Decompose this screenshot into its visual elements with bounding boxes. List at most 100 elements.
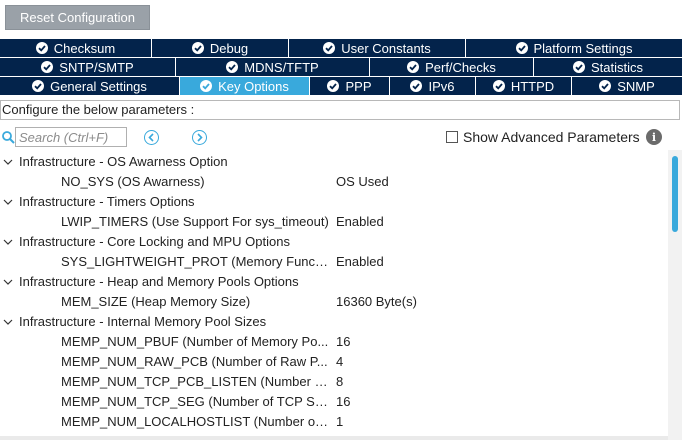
param-value[interactable]: 4: [336, 352, 343, 372]
check-circle-icon: [200, 80, 213, 92]
tree-group-label: Infrastructure - OS Awarness Option: [19, 154, 228, 169]
check-circle-icon: [407, 61, 420, 73]
tab-key-options[interactable]: Key Options: [180, 77, 310, 95]
param-value[interactable]: Enabled: [336, 252, 384, 272]
tab-general-settings[interactable]: General Settings: [0, 77, 180, 95]
reset-configuration-button[interactable]: Reset Configuration: [5, 5, 150, 30]
tab-checksum[interactable]: Checksum: [0, 39, 152, 57]
configure-parameters-label: Configure the below parameters :: [0, 100, 680, 120]
tab-ipv6[interactable]: IPv6: [390, 77, 476, 95]
param-name: LWIP_TIMERS (Use Support For sys_timeout…: [61, 214, 329, 229]
tab-label: User Constants: [341, 40, 431, 56]
tree-group-label: Infrastructure - Heap and Memory Pools O…: [19, 274, 299, 289]
check-circle-icon: [32, 80, 45, 92]
chevron-right-icon: [197, 133, 203, 142]
param-name: MEMP_NUM_TCP_SEG (Number of TCP Se...: [61, 394, 331, 409]
tree-param-row[interactable]: MEMP_NUM_RAW_PCB (Number of Raw P... 4: [0, 352, 668, 372]
param-value[interactable]: 8: [336, 372, 343, 392]
chevron-down-icon[interactable]: [3, 238, 13, 246]
tab-ppp[interactable]: PPP: [310, 77, 390, 95]
chevron-down-icon[interactable]: [3, 318, 13, 326]
tree-param-row[interactable]: MEM_SIZE (Heap Memory Size) 16360 Byte(s): [0, 292, 668, 312]
tab-row-3: General Settings Key Options PPP IPv6 HT…: [0, 77, 682, 95]
tab-label: Debug: [209, 40, 249, 56]
check-circle-icon: [226, 61, 239, 73]
tree-group[interactable]: Infrastructure - OS Awarness Option: [0, 152, 668, 172]
tab-label: HTTPD: [510, 78, 555, 94]
tree-group[interactable]: Infrastructure - Heap and Memory Pools O…: [0, 272, 668, 292]
chevron-down-icon[interactable]: [3, 198, 13, 206]
param-name: NO_SYS (OS Awarness): [61, 174, 205, 189]
tab-label: Platform Settings: [533, 40, 633, 56]
check-circle-icon: [323, 42, 336, 54]
check-circle-icon: [35, 42, 48, 54]
tab-mdns-tftp[interactable]: MDNS/TFTP: [176, 58, 370, 76]
show-advanced-parameters-checkbox[interactable]: [446, 131, 458, 143]
tab-label: SNMP: [617, 78, 655, 94]
search-next-button[interactable]: [192, 130, 207, 145]
param-value[interactable]: 16360 Byte(s): [336, 292, 417, 312]
tab-label: Checksum: [53, 40, 116, 56]
tab-row-1: Checksum Debug User Constants Platform S…: [0, 39, 682, 57]
search-icon[interactable]: [1, 130, 15, 144]
parameter-tree: Infrastructure - OS Awarness Option NO_S…: [0, 152, 668, 440]
tree-group[interactable]: Infrastructure - Internal Memory Pool Si…: [0, 312, 668, 332]
tree-group-label: Infrastructure - Internal Memory Pool Si…: [19, 314, 267, 329]
check-circle-icon: [191, 42, 204, 54]
tab-label: Key Options: [218, 78, 289, 94]
tab-label: MDNS/TFTP: [244, 59, 319, 75]
tree-param-row[interactable]: SYS_LIGHTWEIGHT_PROT (Memory Functi... En…: [0, 252, 668, 272]
check-circle-icon: [515, 42, 528, 54]
param-value[interactable]: 16: [336, 332, 350, 352]
search-previous-button[interactable]: [144, 130, 159, 145]
tree-param-row[interactable]: MEMP_NUM_TCP_SEG (Number of TCP Se... 16: [0, 392, 668, 412]
tab-label: General Settings: [50, 78, 147, 94]
show-advanced-parameters-label: Show Advanced Parameters: [463, 129, 640, 145]
tab-perf-checks[interactable]: Perf/Checks: [370, 58, 534, 76]
tab-label: IPv6: [428, 78, 455, 94]
tree-param-row[interactable]: MEMP_NUM_PBUF (Number of Memory Po... 16: [0, 332, 668, 352]
tab-statistics[interactable]: Statistics: [534, 58, 682, 76]
param-name: MEM_SIZE (Heap Memory Size): [61, 294, 251, 309]
tree-group-label: Infrastructure - Timers Options: [19, 194, 195, 209]
param-name: MEMP_NUM_LOCALHOSTLIST (Number of ...: [61, 414, 331, 429]
param-name: MEMP_NUM_RAW_PCB (Number of Raw P...: [61, 354, 328, 369]
tab-sntp-smtp[interactable]: SNTP/SMTP: [0, 58, 176, 76]
check-circle-icon: [410, 80, 423, 92]
tab-label: SNTP/SMTP: [59, 59, 134, 75]
tab-platform-settings[interactable]: Platform Settings: [466, 39, 682, 57]
scrollbar-thumb[interactable]: [672, 156, 678, 232]
tab-row-2: SNTP/SMTP MDNS/TFTP Perf/Checks Statisti…: [0, 58, 682, 76]
vertical-scrollbar[interactable]: [668, 150, 682, 440]
tree-group[interactable]: Infrastructure - Timers Options: [0, 192, 668, 212]
tab-user-constants[interactable]: User Constants: [289, 39, 466, 57]
chevron-down-icon[interactable]: [3, 278, 13, 286]
tree-group[interactable]: Infrastructure - Core Locking and MPU Op…: [0, 232, 668, 252]
check-circle-icon: [327, 80, 340, 92]
check-circle-icon: [492, 80, 505, 92]
search-input[interactable]: [15, 127, 127, 147]
horizontal-scrollbar-track: [0, 436, 668, 440]
check-circle-icon: [599, 80, 612, 92]
parameter-toolbar: Show Advanced Parameters i: [0, 125, 682, 149]
check-circle-icon: [572, 61, 585, 73]
param-name: MEMP_NUM_TCP_PCB_LISTEN (Number of...: [61, 374, 331, 389]
chevron-down-icon[interactable]: [3, 158, 13, 166]
tree-param-row[interactable]: NO_SYS (OS Awarness) OS Used: [0, 172, 668, 192]
chevron-left-icon: [148, 133, 154, 142]
param-name: MEMP_NUM_PBUF (Number of Memory Po...: [61, 334, 329, 349]
tab-httpd[interactable]: HTTPD: [476, 77, 572, 95]
tab-label: PPP: [345, 78, 372, 94]
param-value[interactable]: 1: [336, 412, 343, 432]
tree-param-row[interactable]: LWIP_TIMERS (Use Support For sys_timeout…: [0, 212, 668, 232]
check-circle-icon: [41, 61, 54, 73]
info-icon[interactable]: i: [646, 129, 662, 145]
tab-snmp[interactable]: SNMP: [572, 77, 682, 95]
param-value[interactable]: 16: [336, 392, 350, 412]
param-value[interactable]: Enabled: [336, 212, 384, 232]
tree-group-label: Infrastructure - Core Locking and MPU Op…: [19, 234, 290, 249]
tab-debug[interactable]: Debug: [152, 39, 289, 57]
param-value[interactable]: OS Used: [336, 172, 389, 192]
tree-param-row[interactable]: MEMP_NUM_TCP_PCB_LISTEN (Number of... 8: [0, 372, 668, 392]
tree-param-row[interactable]: MEMP_NUM_LOCALHOSTLIST (Number of ... 1: [0, 412, 668, 432]
